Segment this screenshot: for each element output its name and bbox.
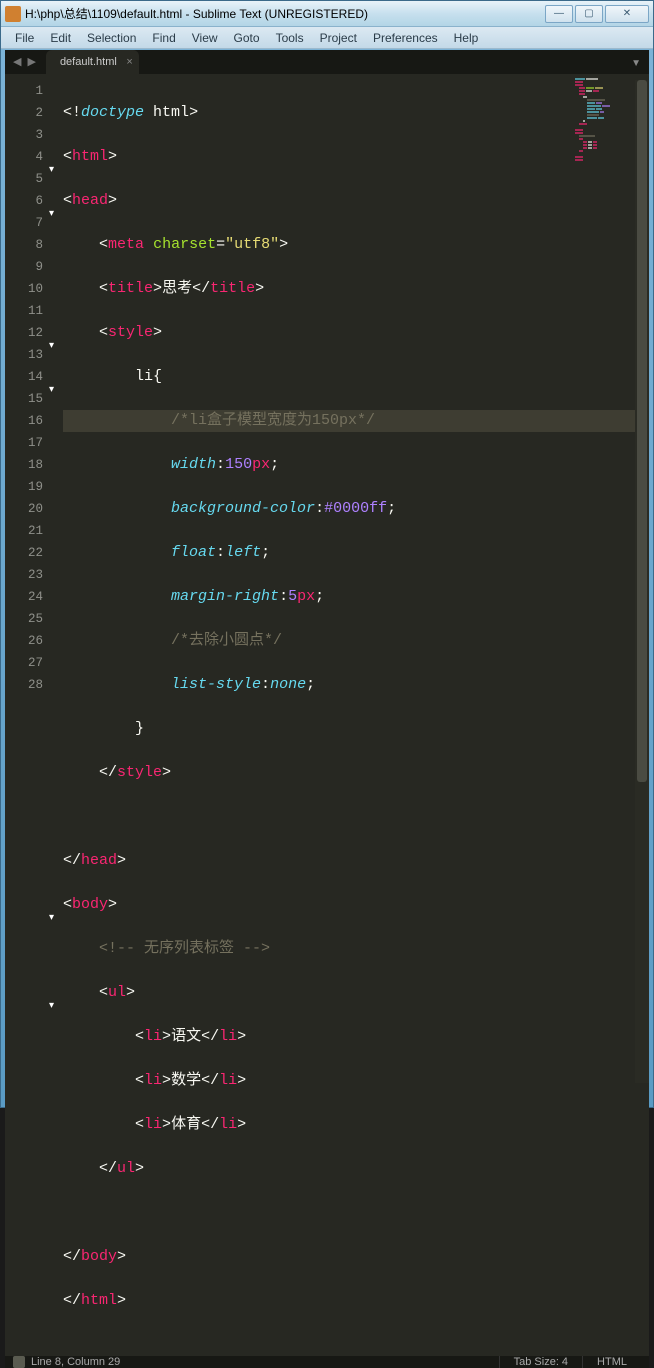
minimap[interactable] bbox=[575, 78, 633, 198]
code-line: background-color:#0000ff; bbox=[63, 498, 649, 520]
scrollbar-thumb[interactable] bbox=[637, 80, 647, 782]
menu-tools[interactable]: Tools bbox=[268, 29, 312, 47]
line-number: 16 bbox=[5, 410, 43, 432]
code-line: <li>体育</li> bbox=[63, 1114, 649, 1136]
vertical-scrollbar[interactable] bbox=[635, 80, 649, 1083]
menu-help[interactable]: Help bbox=[446, 29, 487, 47]
line-number: 2 bbox=[5, 102, 43, 124]
line-number: 25 bbox=[5, 608, 43, 630]
maximize-button[interactable]: ▢ bbox=[575, 5, 603, 23]
window-buttons: — ▢ ✕ bbox=[545, 5, 649, 23]
code-line: li{ bbox=[63, 366, 649, 388]
minimize-button[interactable]: — bbox=[545, 5, 573, 23]
line-number: 26 bbox=[5, 630, 43, 652]
line-number: 21 bbox=[5, 520, 43, 542]
line-number: 3 bbox=[5, 124, 43, 146]
status-cursor-position: Line 8, Column 29 bbox=[31, 1356, 120, 1368]
line-number: 8 bbox=[5, 234, 43, 256]
code-line: margin-right:5px; bbox=[63, 586, 649, 608]
line-number: 22 bbox=[5, 542, 43, 564]
editor-chrome: ◀ ▶ default.html × ▼ 1234567891011121314… bbox=[5, 50, 649, 1103]
menu-goto[interactable]: Goto bbox=[226, 29, 268, 47]
tabbar: ◀ ▶ default.html × ▼ bbox=[5, 50, 649, 74]
code-line: <title>思考</title> bbox=[63, 278, 649, 300]
code-line: </body> bbox=[63, 1246, 649, 1268]
window-frame: H:\php\总结\1109\default.html - Sublime Te… bbox=[0, 0, 654, 1108]
code-line bbox=[63, 806, 649, 828]
code-line: } bbox=[63, 718, 649, 740]
status-icon[interactable] bbox=[13, 1356, 25, 1368]
line-number: 9 bbox=[5, 256, 43, 278]
line-number: 1 bbox=[5, 80, 43, 102]
code-line-active: /*li盒子模型宽度为150px*/ bbox=[63, 410, 649, 432]
status-tab-size[interactable]: Tab Size: 4 bbox=[499, 1356, 582, 1368]
app-icon bbox=[5, 6, 21, 22]
menubar: File Edit Selection Find View Goto Tools… bbox=[1, 27, 653, 49]
menu-view[interactable]: View bbox=[184, 29, 226, 47]
code-line: <ul> bbox=[63, 982, 649, 1004]
line-number: 17 bbox=[5, 432, 43, 454]
line-number: 15 bbox=[5, 388, 43, 410]
titlebar[interactable]: H:\php\总结\1109\default.html - Sublime Te… bbox=[1, 1, 653, 27]
tab-close-icon[interactable]: × bbox=[126, 56, 132, 68]
line-number: 20 bbox=[5, 498, 43, 520]
code-line: <html> bbox=[63, 146, 649, 168]
line-number: 18 bbox=[5, 454, 43, 476]
code-line: <meta charset="utf8"> bbox=[63, 234, 649, 256]
line-number: 6 bbox=[5, 190, 43, 212]
code-line: list-style:none; bbox=[63, 674, 649, 696]
code-line: </ul> bbox=[63, 1158, 649, 1180]
menu-edit[interactable]: Edit bbox=[42, 29, 79, 47]
code-area[interactable]: <!doctype html> <html> <head> <meta char… bbox=[53, 74, 649, 1356]
line-number: 10 bbox=[5, 278, 43, 300]
code-line: /*去除小圆点*/ bbox=[63, 630, 649, 652]
menu-project[interactable]: Project bbox=[312, 29, 365, 47]
close-button[interactable]: ✕ bbox=[605, 5, 649, 23]
line-number: 14 bbox=[5, 366, 43, 388]
tab-history-forward-icon[interactable]: ▶ bbox=[25, 55, 37, 68]
statusbar: Line 8, Column 29 Tab Size: 4 HTML bbox=[5, 1356, 649, 1368]
tab-history-back-icon[interactable]: ◀ bbox=[11, 55, 23, 68]
line-number-gutter: 1234567891011121314151617181920212223242… bbox=[5, 74, 53, 1356]
code-line bbox=[63, 1202, 649, 1224]
editor-body[interactable]: 1234567891011121314151617181920212223242… bbox=[5, 74, 649, 1356]
tab-default-html[interactable]: default.html × bbox=[46, 50, 139, 74]
line-number: 19 bbox=[5, 476, 43, 498]
code-line: </html> bbox=[63, 1290, 649, 1312]
status-syntax[interactable]: HTML bbox=[582, 1356, 641, 1368]
code-line: </head> bbox=[63, 850, 649, 872]
code-line: </style> bbox=[63, 762, 649, 784]
code-line: <!doctype html> bbox=[63, 102, 649, 124]
code-line: <style> bbox=[63, 322, 649, 344]
menu-selection[interactable]: Selection bbox=[79, 29, 144, 47]
menu-preferences[interactable]: Preferences bbox=[365, 29, 446, 47]
window-title: H:\php\总结\1109\default.html - Sublime Te… bbox=[25, 5, 545, 22]
code-line: <body> bbox=[63, 894, 649, 916]
tab-dropdown-icon[interactable]: ▼ bbox=[631, 58, 641, 69]
line-number: 27 bbox=[5, 652, 43, 674]
code-line: <li>语文</li> bbox=[63, 1026, 649, 1048]
code-line: float:left; bbox=[63, 542, 649, 564]
code-line: width:150px; bbox=[63, 454, 649, 476]
line-number: 24 bbox=[5, 586, 43, 608]
tab-label: default.html bbox=[60, 56, 117, 68]
code-line: <head> bbox=[63, 190, 649, 212]
line-number: 12 bbox=[5, 322, 43, 344]
line-number: 23 bbox=[5, 564, 43, 586]
line-number: 11 bbox=[5, 300, 43, 322]
line-number: 4 bbox=[5, 146, 43, 168]
line-number: 7 bbox=[5, 212, 43, 234]
line-number: 28 bbox=[5, 674, 43, 696]
code-line: <!-- 无序列表标签 --> bbox=[63, 938, 649, 960]
menu-file[interactable]: File bbox=[7, 29, 42, 47]
menu-find[interactable]: Find bbox=[144, 29, 183, 47]
code-line: <li>数学</li> bbox=[63, 1070, 649, 1092]
line-number: 5 bbox=[5, 168, 43, 190]
line-number: 13 bbox=[5, 344, 43, 366]
